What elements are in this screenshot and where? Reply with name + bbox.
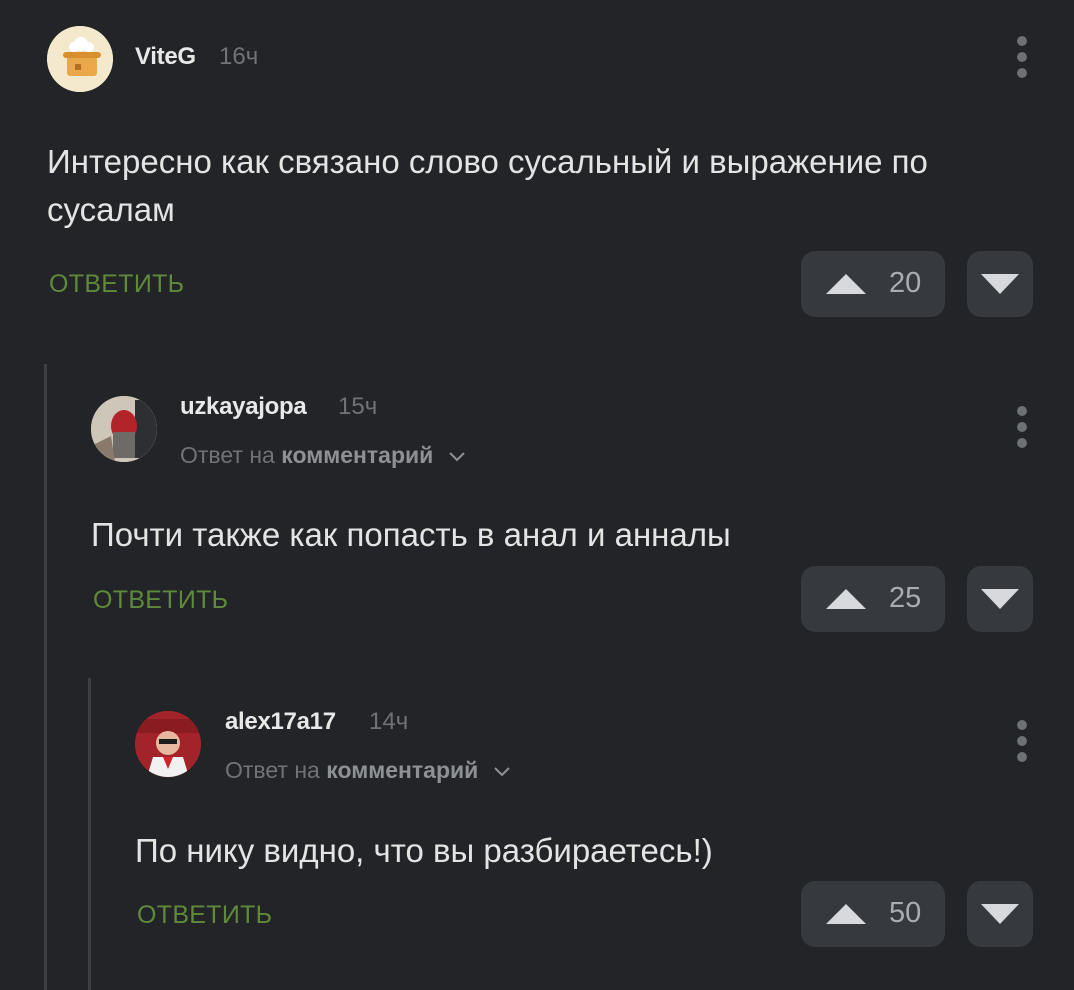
username[interactable]: ViteG [135,43,196,71]
reply-to-link[interactable]: Ответ на комментарий [180,442,466,469]
timestamp: 16ч [219,43,259,70]
reply-to-target[interactable]: комментарий [326,757,478,783]
downvote-button[interactable] [967,566,1033,632]
downvote-triangle-icon [981,904,1019,924]
upvote-triangle-icon [826,274,866,294]
reply-button[interactable]: ОТВЕТИТЬ [137,901,272,930]
avatar[interactable] [135,711,201,777]
reply-button[interactable]: ОТВЕТИТЬ [49,270,184,299]
avatar[interactable] [47,26,113,92]
reply-to-target[interactable]: комментарий [281,442,433,468]
downvote-button[interactable] [967,881,1033,947]
chevron-down-icon [493,767,510,777]
thread-line-level1 [44,364,47,990]
vote-count: 20 [889,267,922,299]
more-vertical-icon[interactable] [1015,406,1029,450]
thread-line-level2 [88,678,91,990]
upvote-button[interactable]: 50 [801,881,945,947]
comment-text: Интересно как связано слово сусальный и … [47,143,928,228]
reply-button[interactable]: ОТВЕТИТЬ [93,586,228,615]
upvote-triangle-icon [826,589,866,609]
avatar-image [47,26,113,92]
reply-to-prefix: Ответ на [180,442,275,468]
downvote-triangle-icon [981,274,1019,294]
reply-to-link[interactable]: Ответ на комментарий [225,757,511,784]
vote-count: 50 [889,897,922,929]
upvote-button[interactable]: 25 [801,566,945,632]
username[interactable]: uzkayajopa [180,393,307,421]
comment-text: По нику видно, что вы разбираетесь!) [135,832,713,869]
timestamp: 14ч [369,708,409,735]
more-vertical-icon[interactable] [1015,36,1029,80]
downvote-triangle-icon [981,589,1019,609]
reply-to-prefix: Ответ на [225,757,320,783]
upvote-button[interactable]: 20 [801,251,945,317]
chevron-down-icon [448,452,465,462]
avatar-image [91,396,157,462]
more-vertical-icon[interactable] [1015,720,1029,764]
downvote-button[interactable] [967,251,1033,317]
avatar[interactable] [91,396,157,462]
timestamp: 15ч [338,393,378,420]
avatar-image [135,711,201,777]
upvote-triangle-icon [826,904,866,924]
vote-count: 25 [889,582,922,614]
username[interactable]: alex17a17 [225,708,336,736]
comment-text: Почти также как попасть в анал и анналы [91,516,731,553]
